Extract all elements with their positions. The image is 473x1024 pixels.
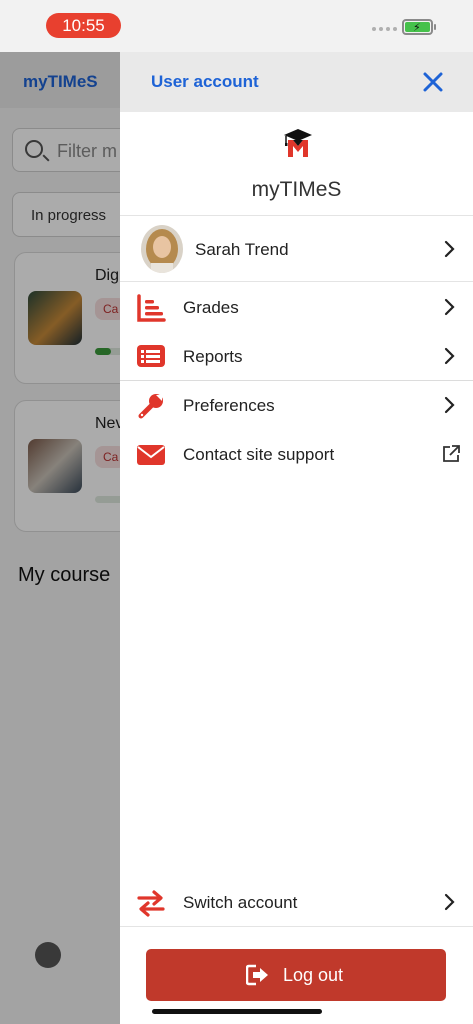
dim-overlay[interactable] [0, 52, 120, 1024]
envelope-icon [137, 445, 165, 465]
battery-icon: ⚡ [402, 19, 436, 35]
avatar [141, 225, 183, 273]
drawer-header: User account [120, 52, 473, 112]
menu-item-contact-support[interactable]: Contact site support [120, 430, 473, 479]
logout-icon [246, 964, 268, 986]
chevron-right-icon [444, 298, 455, 316]
reports-icon [137, 345, 165, 367]
chevron-right-icon [444, 240, 455, 258]
status-bar: 10:55 ⚡ [0, 0, 473, 52]
chevron-right-icon [444, 893, 455, 911]
menu-label: Preferences [183, 396, 275, 415]
menu-label: Contact site support [183, 445, 335, 464]
menu-item-grades[interactable]: Grades [120, 283, 473, 332]
switch-account-label: Switch account [183, 893, 298, 912]
switch-account-row[interactable]: Switch account [120, 878, 473, 927]
wrench-icon [138, 394, 163, 419]
chevron-right-icon [444, 396, 455, 414]
menu-item-reports[interactable]: Reports [120, 332, 473, 381]
logout-button[interactable]: Log out [146, 949, 446, 1001]
drawer-title: User account [151, 72, 259, 91]
chevron-right-icon [444, 347, 455, 365]
site-info: myTIMeS [120, 112, 473, 216]
signal-icon [372, 27, 397, 31]
logout-label: Log out [283, 965, 344, 985]
menu-item-preferences[interactable]: Preferences [120, 381, 473, 430]
user-account-drawer: User account myTIMeS Sarah Trend Grades … [120, 0, 473, 1024]
external-link-icon [443, 445, 460, 462]
menu-label: Reports [183, 347, 243, 366]
menu-label: Grades [183, 298, 239, 317]
grades-icon [137, 294, 166, 322]
status-time: 10:55 [46, 13, 121, 38]
user-profile-row[interactable]: Sarah Trend [120, 216, 473, 282]
user-name: Sarah Trend [195, 240, 289, 259]
close-icon[interactable] [419, 68, 447, 96]
site-name: myTIMeS [251, 178, 342, 201]
home-indicator [152, 1009, 322, 1014]
site-logo-icon [284, 129, 312, 157]
swap-arrows-icon [137, 890, 165, 917]
